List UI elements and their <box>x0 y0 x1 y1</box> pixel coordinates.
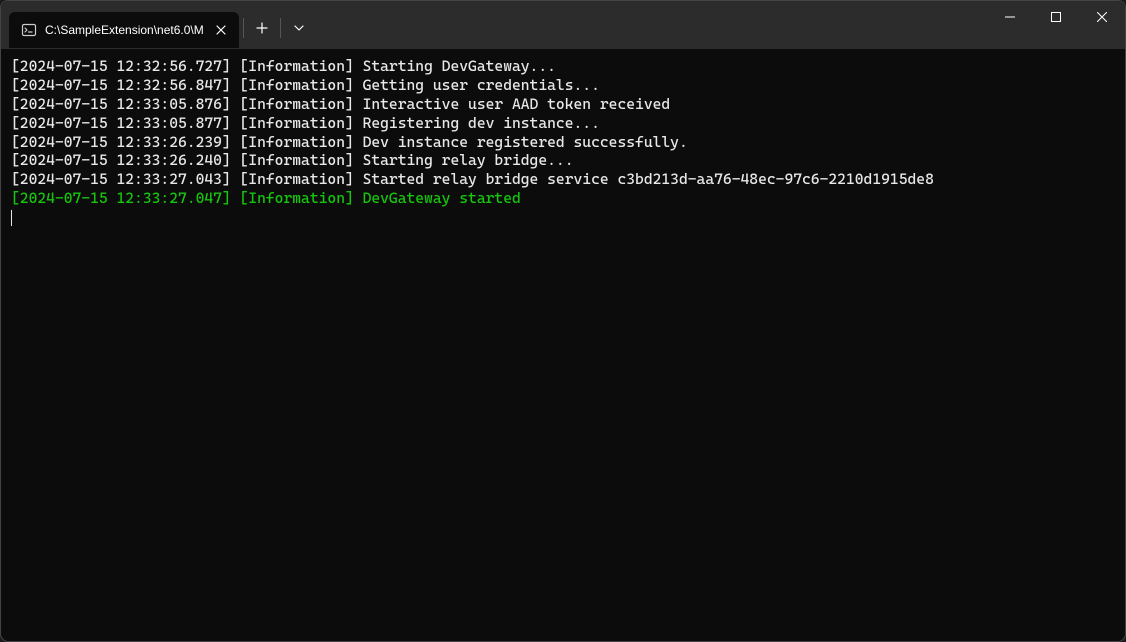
maximize-button[interactable] <box>1033 1 1079 33</box>
log-line: [2024-07-15 12:33:27.043] [Information] … <box>11 170 1115 189</box>
window-controls <box>987 1 1125 49</box>
log-line: [2024-07-15 12:32:56.847] [Information] … <box>11 76 1115 95</box>
log-line: [2024-07-15 12:33:26.239] [Information] … <box>11 133 1115 152</box>
new-tab-button[interactable] <box>244 10 280 46</box>
titlebar-left: C:\SampleExtension\net6.0\M <box>1 1 317 49</box>
tab-actions <box>243 1 317 49</box>
terminal-icon <box>21 22 37 38</box>
log-line: [2024-07-15 12:33:26.240] [Information] … <box>11 151 1115 170</box>
log-line: [2024-07-15 12:33:27.047] [Information] … <box>11 189 1115 208</box>
tab-title: C:\SampleExtension\net6.0\M <box>45 23 205 37</box>
log-line: [2024-07-15 12:33:05.877] [Information] … <box>11 114 1115 133</box>
terminal-cursor <box>11 210 12 226</box>
tab-close-button[interactable] <box>213 22 229 38</box>
log-output: [2024-07-15 12:32:56.727] [Information] … <box>11 57 1115 208</box>
close-button[interactable] <box>1079 1 1125 33</box>
log-line: [2024-07-15 12:32:56.727] [Information] … <box>11 57 1115 76</box>
log-line: [2024-07-15 12:33:05.876] [Information] … <box>11 95 1115 114</box>
terminal-tab[interactable]: C:\SampleExtension\net6.0\M <box>9 12 239 48</box>
terminal-content[interactable]: [2024-07-15 12:32:56.727] [Information] … <box>1 49 1125 641</box>
titlebar: C:\SampleExtension\net6.0\M <box>1 1 1125 49</box>
tab-dropdown-button[interactable] <box>281 10 317 46</box>
minimize-button[interactable] <box>987 1 1033 33</box>
